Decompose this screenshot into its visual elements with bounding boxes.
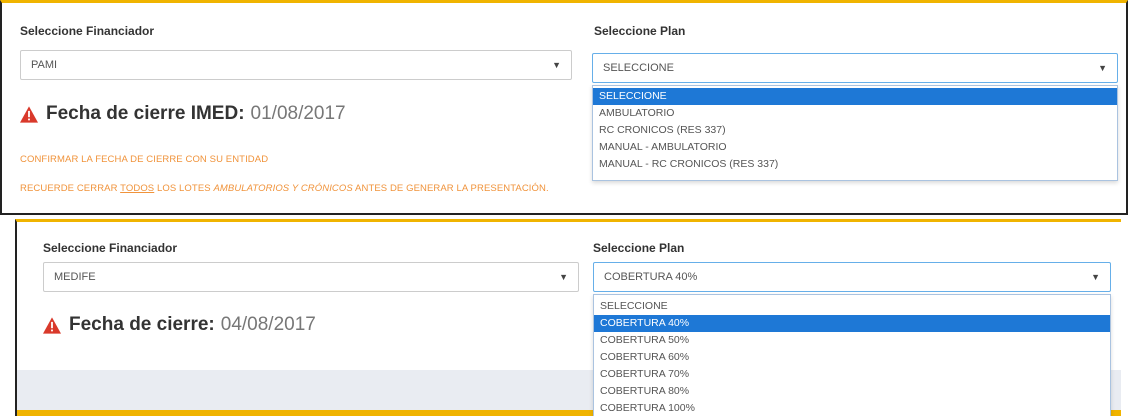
closing-date-label: Fecha de cierre IMED: bbox=[46, 103, 245, 124]
caret-down-icon: ▼ bbox=[1091, 272, 1100, 282]
plan-option[interactable]: COBERTURA 60% bbox=[594, 349, 1110, 366]
warning-triangle-icon bbox=[43, 316, 61, 334]
plan-option[interactable]: COBERTURA 50% bbox=[594, 332, 1110, 349]
caret-down-icon: ▼ bbox=[552, 60, 561, 70]
warning-triangle-icon bbox=[20, 105, 38, 123]
financiador-value: MEDIFE bbox=[54, 271, 96, 283]
financiador-label: Seleccione Financiador bbox=[43, 241, 178, 255]
plan-option[interactable]: AMBULATORIO bbox=[593, 105, 1117, 122]
caret-down-icon: ▼ bbox=[559, 272, 568, 282]
closing-date-label: Fecha de cierre: bbox=[69, 314, 215, 335]
caret-down-icon: ▼ bbox=[1098, 63, 1107, 73]
closing-date-warning: Fecha de cierre: 04/08/2017 bbox=[43, 314, 316, 336]
reminder-italic: AMBULATORIOS Y CRÓNICOS bbox=[213, 183, 353, 194]
plan-option[interactable]: COBERTURA 80% bbox=[594, 383, 1110, 400]
plan-dropdown-list: SELECCIONE COBERTURA 40% COBERTURA 50% COBE… bbox=[593, 294, 1111, 416]
plan-value: SELECCIONE bbox=[603, 62, 674, 74]
plan-option[interactable]: MANUAL - AMBULATORIO bbox=[593, 139, 1117, 156]
plan-option[interactable]: SELECCIONE bbox=[593, 88, 1117, 105]
reminder-mid: LOS LOTES bbox=[154, 183, 214, 194]
financiador-value: PAMI bbox=[31, 59, 58, 71]
closing-date-value: 04/08/2017 bbox=[220, 314, 316, 335]
reminder-note: RECUERDE CERRAR TODOS LOS LOTES AMBULATO… bbox=[20, 183, 549, 194]
financiador-select[interactable]: PAMI ▼ bbox=[20, 50, 572, 80]
closing-date-warning: Fecha de cierre IMED: 01/08/2017 bbox=[20, 103, 346, 125]
closing-date-value: 01/08/2017 bbox=[250, 103, 346, 124]
bottom-form-panel: Seleccione Financiador MEDIFE ▼ Seleccio… bbox=[15, 219, 1121, 416]
financiador-select[interactable]: MEDIFE ▼ bbox=[43, 262, 579, 292]
top-form-panel: Seleccione Financiador PAMI ▼ Seleccione… bbox=[0, 0, 1128, 215]
plan-option[interactable]: COBERTURA 70% bbox=[594, 366, 1110, 383]
reminder-post: ANTES DE GENERAR LA PRESENTACIÓN. bbox=[352, 183, 549, 194]
reminder-todos: TODOS bbox=[120, 183, 155, 194]
plan-dropdown-list: SELECCIONE AMBULATORIO RC CRONICOS (RES 33… bbox=[592, 85, 1118, 181]
confirm-note: CONFIRMAR LA FECHA DE CIERRE CON SU ENTI… bbox=[20, 154, 269, 165]
plan-option[interactable]: RC CRONICOS (RES 337) bbox=[593, 122, 1117, 139]
plan-option[interactable]: COBERTURA 40% bbox=[594, 315, 1110, 332]
plan-value: COBERTURA 40% bbox=[604, 271, 698, 283]
reminder-pre: RECUERDE CERRAR bbox=[20, 183, 121, 194]
plan-label: Seleccione Plan bbox=[593, 241, 685, 255]
plan-select[interactable]: COBERTURA 40% ▼ bbox=[593, 262, 1111, 292]
plan-select[interactable]: SELECCIONE ▼ bbox=[592, 53, 1118, 83]
financiador-label: Seleccione Financiador bbox=[20, 24, 155, 38]
plan-label: Seleccione Plan bbox=[594, 24, 686, 38]
plan-option[interactable]: SELECCIONE bbox=[594, 298, 1110, 315]
plan-option[interactable]: COBERTURA 100% bbox=[594, 400, 1110, 416]
plan-option[interactable]: MANUAL - RC CRONICOS (RES 337) bbox=[593, 156, 1117, 173]
